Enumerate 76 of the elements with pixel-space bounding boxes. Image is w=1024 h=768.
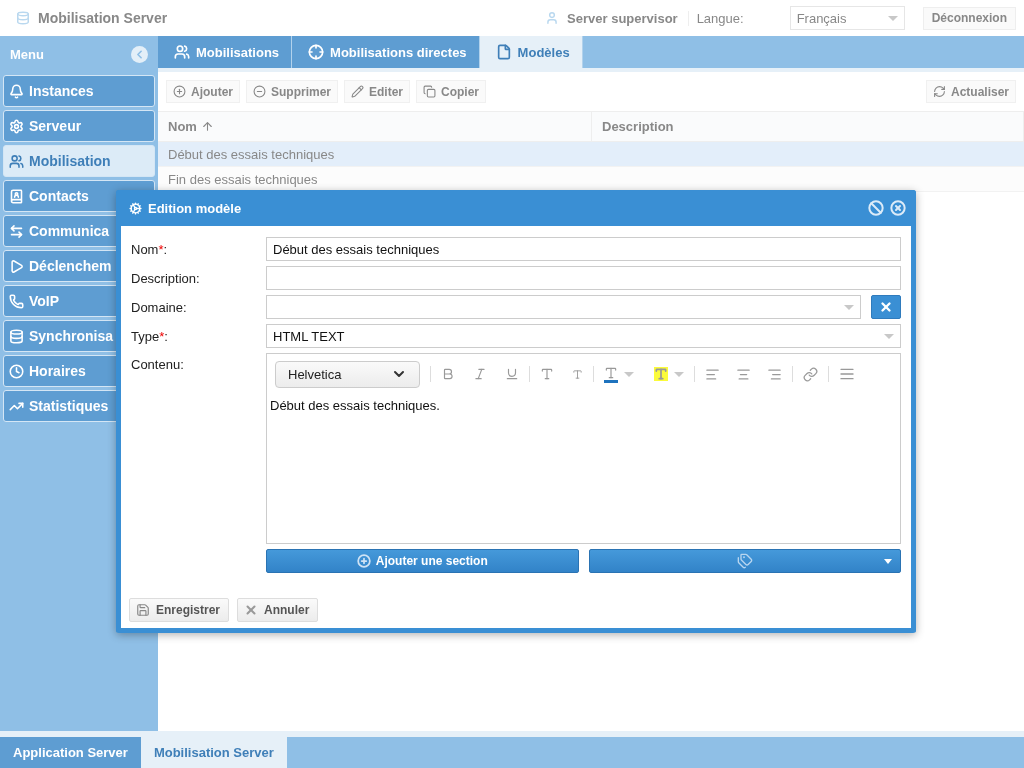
table-cell: Fin des essais techniques: [168, 171, 318, 187]
app-title: Mobilisation Server: [38, 10, 168, 26]
input-field[interactable]: Début des essais techniques: [266, 237, 901, 261]
menu-item[interactable]: Mobilisation: [3, 145, 155, 177]
bold-icon[interactable]: [441, 367, 455, 381]
toolbar-button[interactable]: Editer: [344, 80, 411, 103]
tab[interactable]: Mobilisations: [158, 36, 293, 68]
language-select[interactable]: Français: [789, 6, 905, 30]
font-select[interactable]: Helvetica: [275, 360, 420, 388]
gear-icon: [9, 118, 24, 134]
bottom-tab[interactable]: Application Server: [0, 737, 141, 768]
minus-circle-icon: [253, 85, 266, 98]
toolbar-button[interactable]: Supprimer: [246, 80, 338, 103]
language-label: Langue:: [696, 10, 744, 26]
toolbar-button[interactable]: Copier: [416, 80, 487, 103]
plus-circle-icon: [173, 85, 186, 98]
pencil-icon: [351, 85, 364, 98]
select-field[interactable]: [266, 295, 861, 319]
refresh-button[interactable]: Actualiser: [925, 80, 1016, 103]
tab[interactable]: Mobilisations directes: [292, 36, 480, 68]
close-icon: [244, 603, 259, 617]
clock-icon: [9, 363, 24, 379]
bottom-tab[interactable]: Mobilisation Server: [140, 737, 287, 768]
users-icon: [174, 44, 190, 60]
arrows-icon: [9, 223, 24, 239]
copy-icon: [423, 85, 437, 98]
select-field[interactable]: HTML TEXT: [266, 324, 901, 348]
circle-slash-icon[interactable]: [868, 200, 884, 216]
bell-icon: [9, 83, 24, 99]
text-color-icon[interactable]: [604, 365, 634, 383]
link-icon[interactable]: [803, 366, 818, 382]
save-button[interactable]: Enregistrer: [129, 598, 230, 622]
toolbar-button[interactable]: Ajouter: [166, 80, 240, 103]
users-icon: [9, 153, 24, 169]
sort-arrow-icon: [200, 120, 214, 133]
align-center-icon[interactable]: [736, 366, 751, 382]
play-icon: [9, 258, 24, 274]
italic-icon[interactable]: [473, 367, 487, 381]
document-icon: [495, 44, 512, 60]
tags-icon: [736, 553, 753, 569]
column-header[interactable]: Description: [592, 112, 1024, 141]
refresh-icon: [932, 85, 946, 98]
save-icon: [136, 603, 150, 617]
close-icon: [879, 300, 893, 314]
input-field[interactable]: [266, 266, 901, 290]
gears-icon: [129, 201, 142, 215]
plus-circle-icon: [356, 554, 371, 568]
menu-item[interactable]: Serveur: [3, 110, 155, 142]
crosshair-icon: [308, 44, 325, 60]
tab[interactable]: Modèles: [479, 36, 583, 68]
align-left-icon[interactable]: [705, 366, 720, 382]
clear-button[interactable]: [871, 295, 901, 319]
menu-item[interactable]: Instances: [3, 75, 155, 107]
underline-icon[interactable]: [505, 367, 519, 381]
font-size-up-icon[interactable]: [540, 367, 554, 381]
address-book-icon: [9, 188, 24, 204]
user-icon: [545, 11, 560, 25]
database-icon: [16, 11, 30, 25]
collapse-button[interactable]: [131, 45, 148, 63]
database-icon: [9, 328, 24, 344]
tags-dropdown[interactable]: [588, 549, 901, 573]
font-size-down-icon[interactable]: [572, 368, 583, 380]
logout-button[interactable]: Déconnexion: [922, 6, 1016, 30]
align-right-icon[interactable]: [767, 366, 782, 382]
highlight-icon[interactable]: [654, 367, 684, 381]
table-cell: Début des essais techniques: [168, 146, 335, 162]
editor-text: Début des essais techniques.: [269, 397, 441, 415]
add-section-button[interactable]: Ajouter une section: [266, 549, 579, 573]
phone-icon: [9, 293, 24, 309]
justify-icon[interactable]: [839, 366, 855, 382]
user-name: Server supervisor: [567, 10, 689, 26]
cancel-button[interactable]: Annuler: [237, 598, 319, 622]
column-header[interactable]: Nom: [158, 112, 592, 141]
close-icon[interactable]: [890, 200, 906, 216]
menu-title: Menu: [10, 46, 44, 62]
rich-text-editor[interactable]: Helvetica Début des essais techniques.: [266, 353, 901, 544]
